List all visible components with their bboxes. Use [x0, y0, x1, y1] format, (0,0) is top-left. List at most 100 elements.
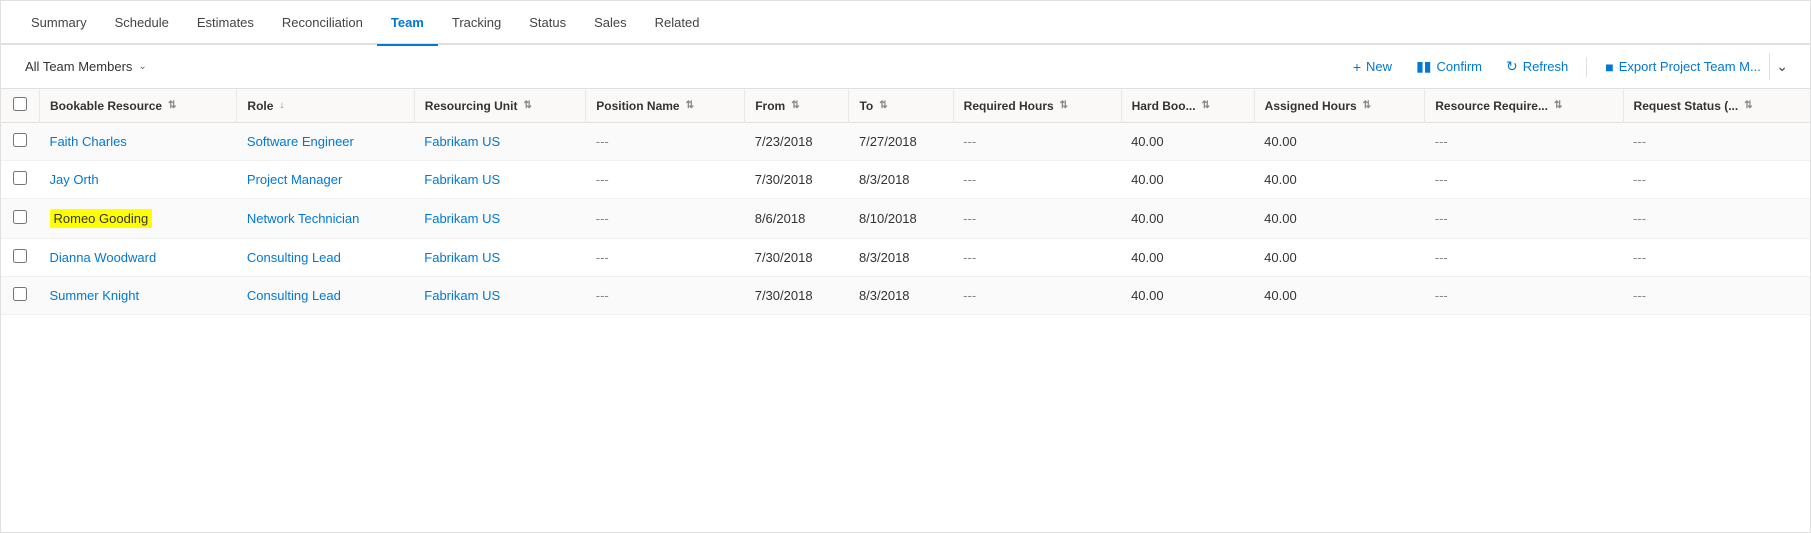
cell-resource-require: ---: [1425, 199, 1623, 239]
tab-schedule[interactable]: Schedule: [101, 0, 183, 44]
nav-tabs: Summary Schedule Estimates Reconciliatio…: [1, 1, 1810, 45]
cell-to: 8/3/2018: [849, 161, 953, 199]
tab-tracking[interactable]: Tracking: [438, 0, 515, 44]
cell-request-status: ---: [1623, 199, 1810, 239]
resourcing-unit-link[interactable]: Fabrikam US: [424, 211, 500, 226]
export-button[interactable]: ■ Export Project Team M...: [1595, 54, 1765, 80]
sort-icon: ⇅: [523, 100, 531, 111]
request-status-value: ---: [1633, 211, 1646, 226]
role-link[interactable]: Consulting Lead: [247, 288, 341, 303]
role-link[interactable]: Consulting Lead: [247, 250, 341, 265]
confirm-icon: ▮▮: [1416, 58, 1431, 75]
request-status-value: ---: [1633, 250, 1646, 265]
resourcing-unit-link[interactable]: Fabrikam US: [424, 134, 500, 149]
cell-role: Consulting Lead: [237, 277, 414, 315]
export-label: Export Project Team M...: [1619, 59, 1761, 74]
role-link[interactable]: Software Engineer: [247, 134, 354, 149]
role-link[interactable]: Network Technician: [247, 211, 359, 226]
confirm-button[interactable]: ▮▮ Confirm: [1406, 53, 1492, 80]
cell-request-status: ---: [1623, 277, 1810, 315]
cell-request-status: ---: [1623, 161, 1810, 199]
sort-icon: ⇅: [1363, 100, 1371, 111]
chevron-down-icon: ⌄: [138, 61, 146, 72]
tab-reconciliation[interactable]: Reconciliation: [268, 0, 377, 44]
cell-role: Consulting Lead: [237, 239, 414, 277]
col-hard-boo[interactable]: Hard Boo... ⇅: [1121, 89, 1254, 123]
tab-estimates[interactable]: Estimates: [183, 0, 268, 44]
cell-required-hours: ---: [953, 161, 1121, 199]
cell-role: Software Engineer: [237, 123, 414, 161]
col-required-hours[interactable]: Required Hours ⇅: [953, 89, 1121, 123]
col-resourcing-unit[interactable]: Resourcing Unit ⇅: [414, 89, 585, 123]
toolbar-separator: [1586, 57, 1587, 77]
col-to[interactable]: To ⇅: [849, 89, 953, 123]
cell-resourcing-unit: Fabrikam US: [414, 239, 585, 277]
col-request-status[interactable]: Request Status (... ⇅: [1623, 89, 1810, 123]
select-all-checkbox[interactable]: [13, 97, 27, 111]
cell-assigned-hours: 40.00: [1254, 161, 1425, 199]
cell-bookable-resource: Summer Knight: [40, 277, 237, 315]
request-status-value: ---: [1633, 288, 1646, 303]
sort-icon: ⇅: [1060, 100, 1068, 111]
row-checkbox-cell: [1, 123, 40, 161]
bookable-resource-link[interactable]: Dianna Woodward: [50, 250, 157, 265]
sort-icon: ⇅: [686, 100, 694, 111]
tab-status[interactable]: Status: [515, 0, 580, 44]
resource-require-value: ---: [1435, 211, 1448, 226]
bookable-resource-link[interactable]: Summer Knight: [50, 288, 140, 303]
tab-related[interactable]: Related: [641, 0, 714, 44]
position-name-value: ---: [596, 288, 609, 303]
bookable-resource-link[interactable]: Romeo Gooding: [50, 209, 153, 228]
row-checkbox[interactable]: [13, 210, 27, 224]
cell-resourcing-unit: Fabrikam US: [414, 199, 585, 239]
cell-position-name: ---: [586, 277, 745, 315]
resource-require-value: ---: [1435, 250, 1448, 265]
cell-to: 8/3/2018: [849, 239, 953, 277]
row-checkbox[interactable]: [13, 249, 27, 263]
col-position-name[interactable]: Position Name ⇅: [586, 89, 745, 123]
cell-required-hours: ---: [953, 277, 1121, 315]
resourcing-unit-link[interactable]: Fabrikam US: [424, 172, 500, 187]
cell-required-hours: ---: [953, 123, 1121, 161]
filter-dropdown[interactable]: All Team Members ⌄: [17, 55, 155, 78]
position-name-value: ---: [596, 250, 609, 265]
col-resource-require[interactable]: Resource Require... ⇅: [1425, 89, 1623, 123]
table-row: Romeo Gooding Network Technician Fabrikam …: [1, 199, 1810, 239]
row-checkbox[interactable]: [13, 133, 27, 147]
cell-bookable-resource: Faith Charles: [40, 123, 237, 161]
sort-icon: ⇅: [1554, 100, 1562, 111]
col-bookable-resource[interactable]: Bookable Resource ⇅: [40, 89, 237, 123]
bookable-resource-link[interactable]: Jay Orth: [50, 172, 99, 187]
table-body: Faith Charles Software Engineer Fabrikam U…: [1, 123, 1810, 315]
refresh-button[interactable]: ↻ Refresh: [1496, 53, 1578, 80]
row-checkbox[interactable]: [13, 171, 27, 185]
cell-resourcing-unit: Fabrikam US: [414, 161, 585, 199]
tab-sales[interactable]: Sales: [580, 0, 641, 44]
cell-resource-require: ---: [1425, 239, 1623, 277]
col-assigned-hours[interactable]: Assigned Hours ⇅: [1254, 89, 1425, 123]
page-wrapper: Summary Schedule Estimates Reconciliatio…: [0, 0, 1811, 533]
tab-team[interactable]: Team: [377, 0, 438, 44]
resource-require-value: ---: [1435, 172, 1448, 187]
chevron-down-icon: ⌄: [1776, 58, 1788, 75]
more-button[interactable]: ⌄: [1769, 53, 1794, 80]
refresh-icon: ↻: [1506, 58, 1518, 75]
plus-icon: +: [1353, 59, 1361, 75]
row-checkbox[interactable]: [13, 287, 27, 301]
col-from[interactable]: From ⇅: [745, 89, 849, 123]
role-link[interactable]: Project Manager: [247, 172, 342, 187]
resourcing-unit-link[interactable]: Fabrikam US: [424, 288, 500, 303]
col-role[interactable]: Role ↓: [237, 89, 414, 123]
select-all-header[interactable]: [1, 89, 40, 123]
sort-icon: ⇅: [1744, 100, 1752, 111]
sort-icon: ↓: [279, 100, 284, 111]
new-button[interactable]: + New: [1343, 54, 1402, 80]
bookable-resource-link[interactable]: Faith Charles: [50, 134, 127, 149]
resourcing-unit-link[interactable]: Fabrikam US: [424, 250, 500, 265]
table-row: Summer Knight Consulting Lead Fabrikam US -…: [1, 277, 1810, 315]
required-hours-value: ---: [963, 211, 976, 226]
position-name-value: ---: [596, 134, 609, 149]
cell-hard-boo: 40.00: [1121, 199, 1254, 239]
cell-request-status: ---: [1623, 239, 1810, 277]
tab-summary[interactable]: Summary: [17, 0, 101, 44]
